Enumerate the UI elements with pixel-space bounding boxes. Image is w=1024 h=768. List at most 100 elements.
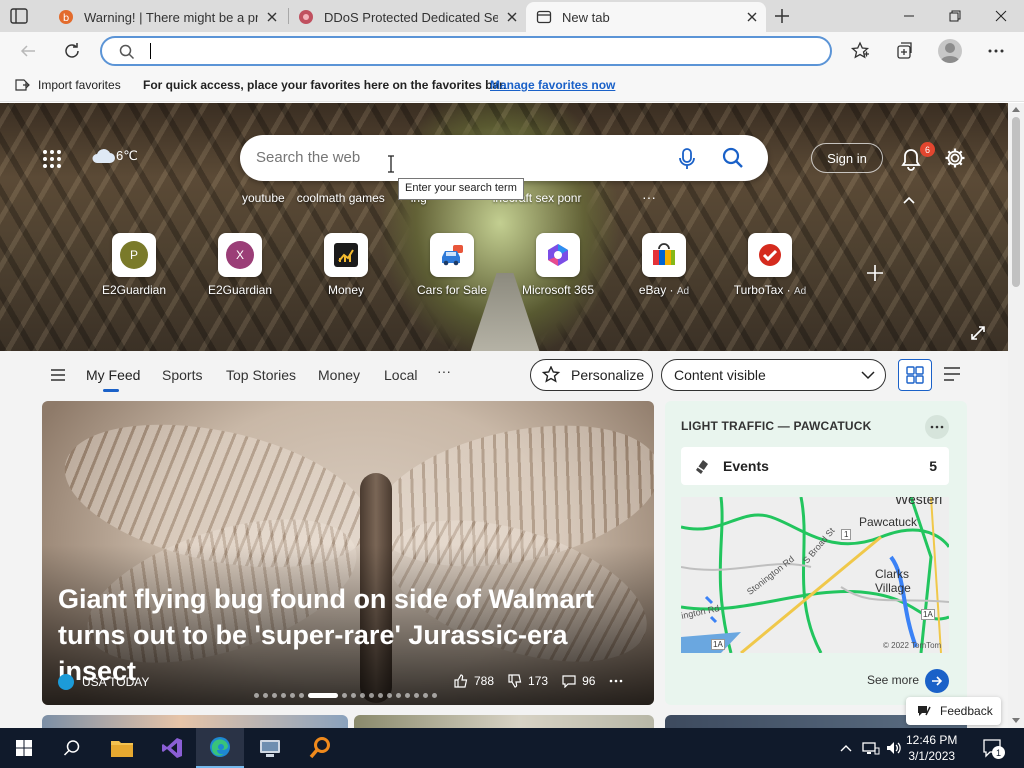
- visual-studio-button[interactable]: [148, 728, 196, 768]
- app-taskbar-button[interactable]: [246, 728, 294, 768]
- action-center-button[interactable]: 1: [982, 738, 1005, 759]
- content-visibility-select[interactable]: Content visible: [661, 359, 886, 391]
- chevron-up-icon[interactable]: [902, 195, 916, 205]
- grid-view-button[interactable]: [898, 359, 932, 391]
- like-button[interactable]: 788: [454, 674, 494, 688]
- chevron-up-icon[interactable]: [840, 740, 852, 756]
- more-horizontal-icon[interactable]: [609, 679, 623, 683]
- quick-link-label: E2Guardian: [101, 283, 167, 297]
- feedback-button[interactable]: Feedback: [906, 697, 1001, 725]
- money-icon: [334, 243, 358, 267]
- close-icon[interactable]: [264, 9, 280, 25]
- traffic-card-more-button[interactable]: [925, 415, 949, 439]
- quick-link-e2guardian-p[interactable]: P E2Guardian: [89, 233, 179, 297]
- quick-link-turbotax[interactable]: TurboTax · Ad: [725, 233, 815, 297]
- tab-ddos[interactable]: DDoS Protected Dedicated Serve: [288, 2, 526, 32]
- sign-in-button[interactable]: Sign in: [811, 143, 883, 173]
- expand-icon[interactable]: [970, 325, 986, 341]
- close-window-button[interactable]: [978, 0, 1024, 32]
- hamburger-menu-icon[interactable]: [50, 368, 66, 382]
- address-bar[interactable]: [100, 36, 832, 66]
- web-search-box[interactable]: Search the web: [240, 135, 768, 181]
- scroll-down-icon[interactable]: [1012, 718, 1020, 724]
- minimize-button[interactable]: [886, 0, 932, 32]
- list-view-icon[interactable]: [943, 366, 961, 382]
- trending-item[interactable]: coolmath games: [297, 191, 385, 205]
- search-icon[interactable]: [722, 147, 744, 169]
- tab-warning[interactable]: b Warning! | There might be a prob: [48, 2, 286, 32]
- scroll-up-icon[interactable]: [1012, 106, 1020, 112]
- start-button[interactable]: [0, 728, 48, 768]
- back-button[interactable]: [18, 41, 38, 61]
- feed-tab-sports[interactable]: Sports: [162, 367, 202, 383]
- tab-newtab[interactable]: New tab: [526, 2, 766, 32]
- close-icon[interactable]: [744, 9, 760, 25]
- see-more-label[interactable]: See more: [867, 673, 919, 687]
- settings-menu-button[interactable]: [986, 41, 1006, 61]
- quick-link-cars-for-sale[interactable]: Cars for Sale: [407, 233, 497, 297]
- dislike-button[interactable]: 173: [508, 674, 548, 688]
- page-scrollbar[interactable]: [1008, 103, 1024, 728]
- traffic-events-row[interactable]: Events 5: [681, 447, 949, 485]
- personalize-button[interactable]: Personalize: [530, 359, 653, 391]
- featured-article-card[interactable]: Giant flying bug found on side of Walmar…: [42, 401, 654, 705]
- trending-more-button[interactable]: ···: [642, 189, 656, 205]
- taskbar-search-button[interactable]: [48, 728, 96, 768]
- file-explorer-button[interactable]: [98, 728, 146, 768]
- search-tool-taskbar-button[interactable]: [296, 728, 344, 768]
- network-icon[interactable]: [862, 740, 880, 756]
- restore-icon: [949, 10, 961, 22]
- comments-button[interactable]: 96: [562, 674, 595, 688]
- restore-button[interactable]: [932, 0, 978, 32]
- see-more-button[interactable]: [925, 669, 949, 693]
- svg-text:b: b: [63, 13, 69, 24]
- feed-tab-money[interactable]: Money: [318, 367, 360, 383]
- manage-favorites-link[interactable]: Manage favorites now: [490, 78, 615, 92]
- feed-tab-my-feed[interactable]: My Feed: [86, 367, 140, 383]
- weather-widget[interactable]: 6℃: [90, 147, 138, 165]
- tab-title: New tab: [562, 9, 610, 25]
- content-visibility-value: Content visible: [674, 367, 766, 383]
- import-favorites-button[interactable]: Import favorites: [14, 77, 121, 93]
- m365-icon: [548, 244, 568, 266]
- next-article-card[interactable]: [42, 715, 348, 728]
- microphone-icon[interactable]: [678, 148, 696, 170]
- cone-icon: [696, 460, 708, 474]
- next-article-card[interactable]: [354, 715, 654, 728]
- quick-link-ebay[interactable]: eBay · Ad: [619, 233, 709, 297]
- traffic-map[interactable]: Westerl Pawcatuck Clarks Village Stoning…: [681, 497, 949, 653]
- close-icon[interactable]: [504, 9, 520, 25]
- feed-tab-top-stories[interactable]: Top Stories: [226, 367, 296, 383]
- tab-strip: b Warning! | There might be a prob DDoS …: [0, 0, 1024, 32]
- comment-icon: [562, 675, 576, 688]
- thumbs-down-icon: [508, 674, 522, 688]
- tab-actions-icon[interactable]: [8, 6, 30, 26]
- carousel-pagination[interactable]: [254, 693, 441, 698]
- bell-icon[interactable]: [900, 147, 922, 171]
- quick-link-money[interactable]: Money: [301, 233, 391, 297]
- new-tab-button[interactable]: [772, 6, 792, 26]
- apps-launcher-button[interactable]: [42, 149, 62, 169]
- article-source[interactable]: USA TODAY: [58, 674, 149, 690]
- gear-icon[interactable]: [944, 147, 966, 169]
- feed-tab-more[interactable]: ···: [437, 363, 451, 379]
- back-arrow-icon: [20, 45, 35, 57]
- favorites-bar: Import favorites For quick access, place…: [0, 70, 1024, 102]
- system-clock[interactable]: 12:46 PM 3/1/2023: [906, 732, 957, 764]
- feed-tab-local[interactable]: Local: [384, 367, 417, 383]
- scrollbar-thumb[interactable]: [1012, 117, 1020, 287]
- profile-avatar[interactable]: [938, 39, 962, 63]
- add-favorite-button[interactable]: [850, 41, 870, 61]
- refresh-button[interactable]: [62, 41, 82, 61]
- like-count: 788: [474, 674, 495, 688]
- add-quick-link-icon[interactable]: [866, 264, 884, 282]
- quick-link-microsoft-365[interactable]: Microsoft 365: [513, 233, 603, 297]
- import-favorites-label: Import favorites: [38, 78, 121, 92]
- edge-taskbar-button[interactable]: [196, 728, 244, 768]
- traffic-card[interactable]: LIGHT TRAFFIC — PAWCATUCK Events 5 Weste…: [665, 401, 967, 705]
- article-headline[interactable]: Giant flying bug found on side of Walmar…: [58, 581, 648, 689]
- quick-link-e2guardian-x[interactable]: X E2Guardian: [195, 233, 285, 297]
- trending-item[interactable]: youtube: [242, 191, 285, 205]
- speaker-icon[interactable]: [885, 740, 903, 756]
- collections-button[interactable]: [894, 41, 914, 61]
